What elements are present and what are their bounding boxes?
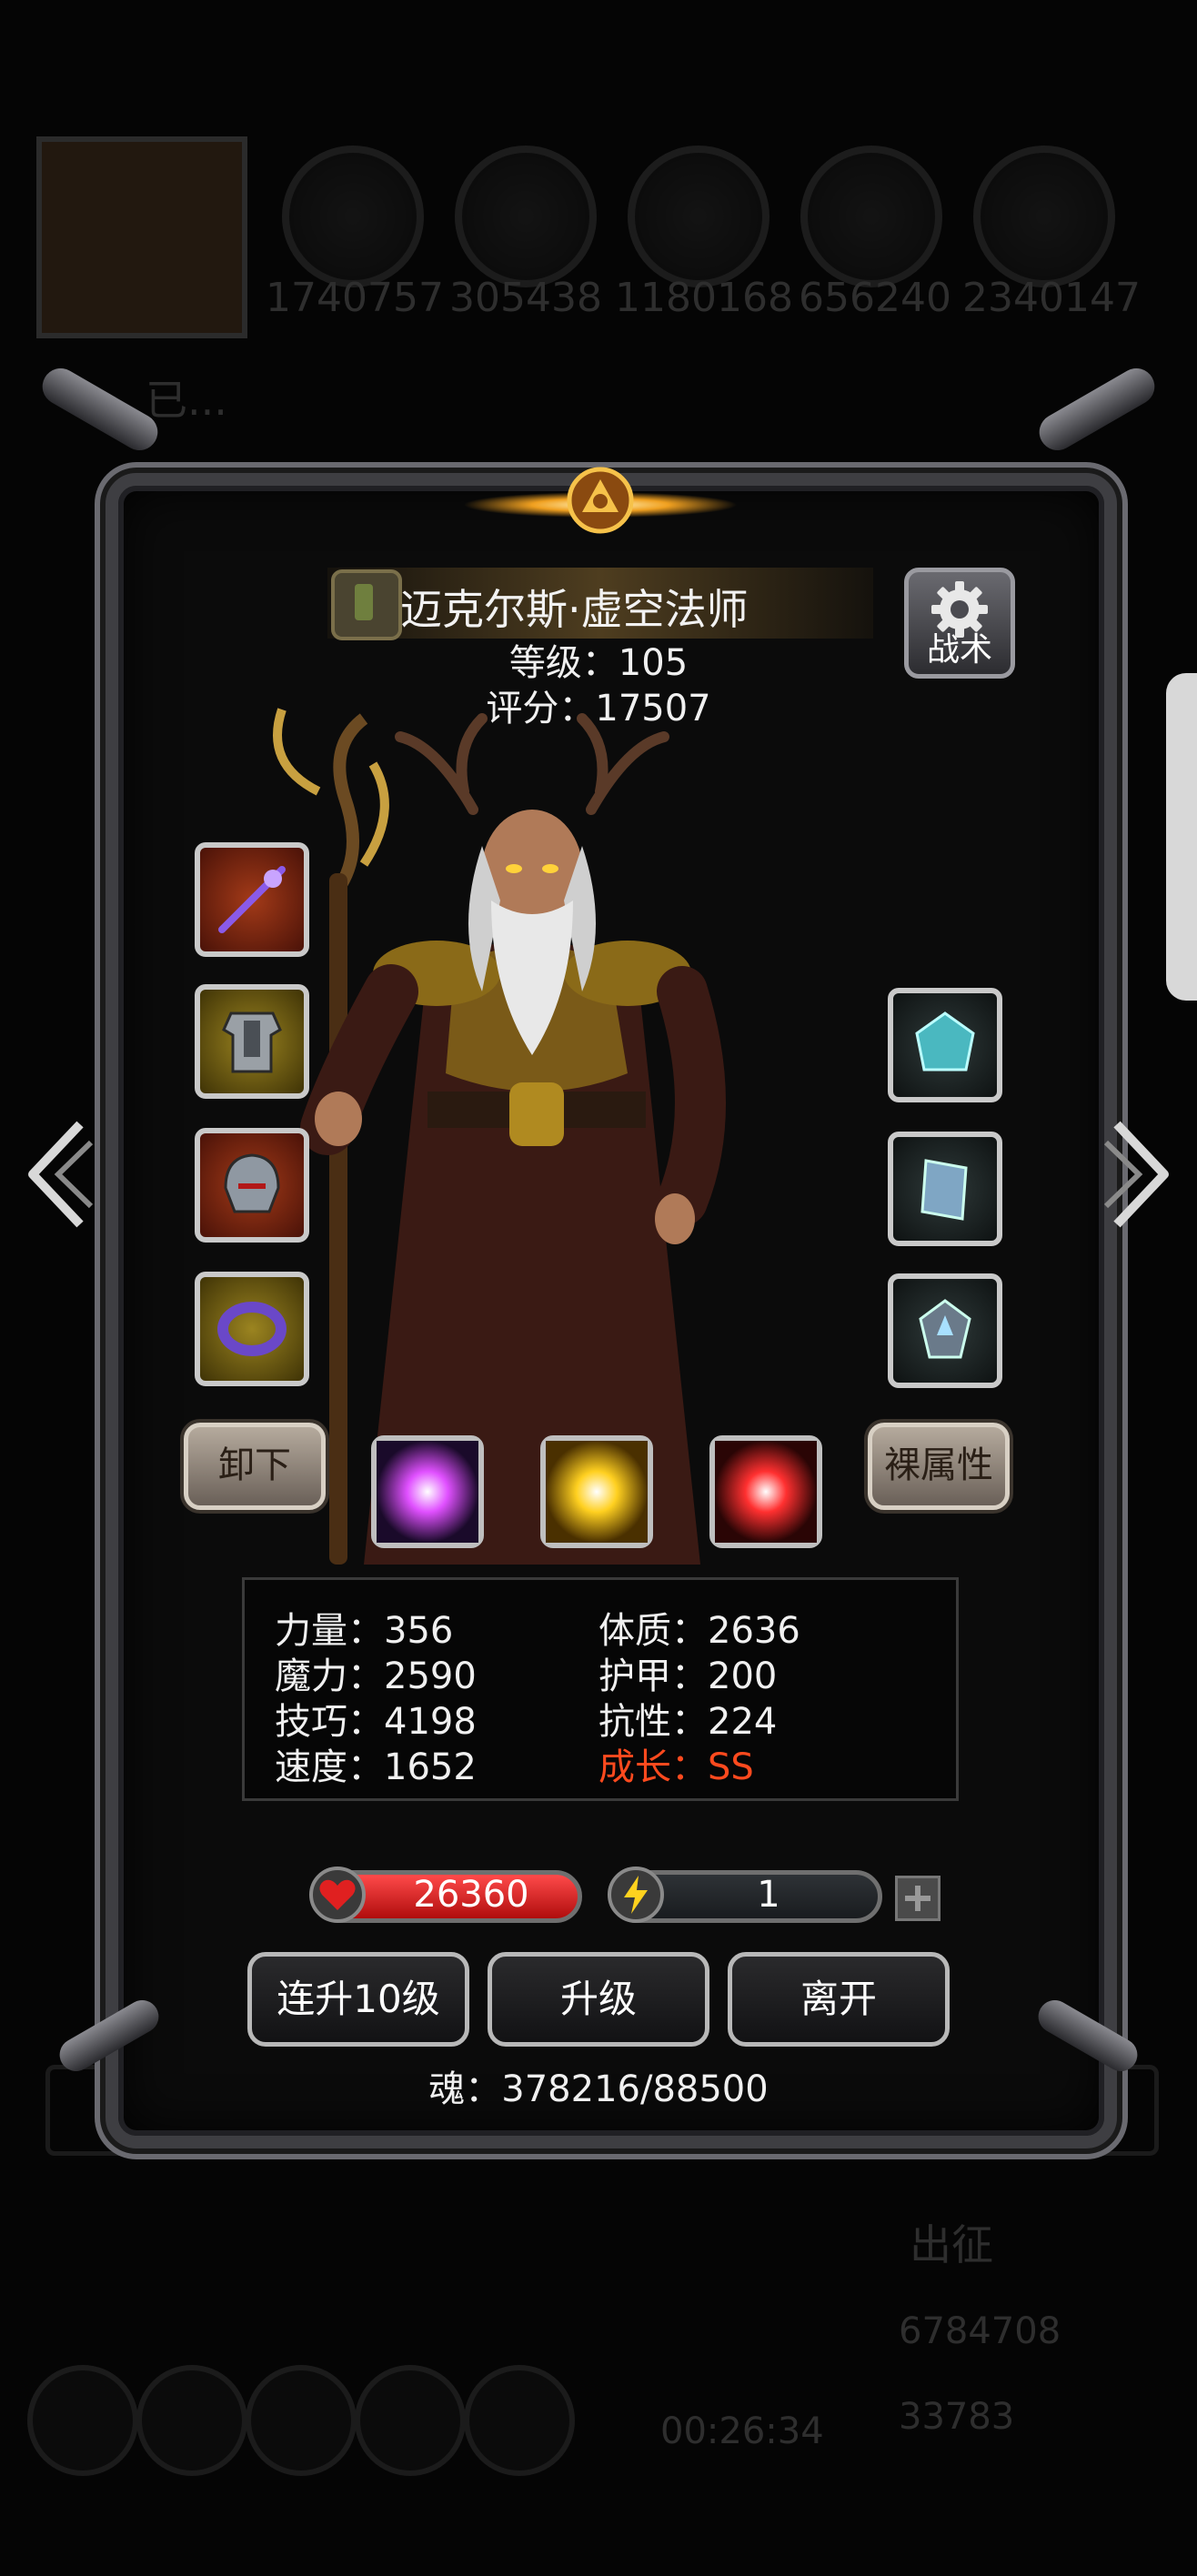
previous-hero-arrow-icon[interactable] — [16, 1115, 98, 1233]
leave-button[interactable]: 离开 — [728, 1952, 950, 2047]
emblem-icon — [919, 1299, 971, 1359]
add-energy-button[interactable] — [895, 1876, 940, 1921]
bg-nav-icon — [27, 2365, 138, 2476]
resource-icon — [973, 146, 1115, 287]
ring-slot[interactable] — [195, 1272, 309, 1386]
tactics-label: 战术 — [926, 631, 992, 669]
gem-accessory-slot[interactable] — [888, 988, 1002, 1102]
red-gem-icon — [715, 1441, 817, 1543]
unequip-button[interactable]: 卸下 — [184, 1423, 326, 1510]
level-up-button[interactable]: 升级 — [488, 1952, 709, 2047]
plus-icon — [905, 1886, 930, 1911]
bg-gold: 6784708 — [899, 2310, 1061, 2352]
gold-gem-icon — [546, 1441, 648, 1543]
stat-speed: 速度：1652 — [275, 1746, 477, 1788]
resource-icon — [628, 146, 770, 287]
tactics-button[interactable]: 战术 — [904, 568, 1015, 679]
hero-name: 迈克尔斯·虚空法师 — [400, 585, 749, 634]
armor-slot[interactable] — [195, 984, 309, 1099]
helmet-icon — [224, 1153, 280, 1213]
gem-socket-1[interactable] — [371, 1435, 484, 1548]
next-hero-arrow-icon[interactable] — [1099, 1115, 1181, 1233]
hero-portrait — [273, 708, 726, 1565]
bg-nav-icon — [464, 2365, 575, 2476]
staff-weapon-icon — [218, 866, 286, 933]
weapon-slot[interactable] — [195, 842, 309, 957]
bg-march-label: 出征 — [910, 2220, 993, 2269]
crystal-gem-icon — [915, 1011, 975, 1072]
energy-value: 1 — [757, 1874, 780, 1916]
stat-growth: 成长：SS — [598, 1746, 754, 1788]
book-slot[interactable] — [888, 1132, 1002, 1246]
heart-icon — [309, 1867, 366, 1923]
armor-icon — [222, 1011, 282, 1073]
hp-value: 26360 — [413, 1874, 529, 1916]
helmet-slot[interactable] — [195, 1128, 309, 1243]
level-up-10-button[interactable]: 连升10级 — [247, 1952, 469, 2047]
lightning-icon — [608, 1867, 664, 1923]
bg-timer: 00:26:34 — [660, 2410, 824, 2452]
bg-nav-icon — [246, 2365, 357, 2476]
resource-icon — [800, 146, 942, 287]
resource-count: 656240 — [799, 275, 951, 321]
resource-icon — [455, 146, 597, 287]
resource-count: 305438 — [449, 275, 602, 321]
emblem-slot[interactable] — [888, 1273, 1002, 1388]
bg-nav-icon — [136, 2365, 247, 2476]
resource-icon — [282, 146, 424, 287]
soul-counter: 魂：378216/88500 — [428, 2068, 769, 2110]
gem-socket-3[interactable] — [709, 1435, 822, 1548]
purple-gem-icon — [377, 1441, 478, 1543]
ring-icon — [217, 1302, 287, 1356]
resource-count: 1180168 — [615, 275, 793, 321]
bg-notice: 已... — [146, 376, 227, 425]
resource-count: 2340147 — [962, 275, 1141, 321]
bg-gems: 33783 — [899, 2396, 1015, 2438]
resource-count: 1740757 — [266, 275, 444, 321]
book-icon — [920, 1159, 968, 1221]
bg-portrait — [36, 136, 247, 338]
base-attributes-button[interactable]: 裸属性 — [868, 1423, 1010, 1510]
hero-class-icon — [331, 569, 402, 640]
gem-socket-2[interactable] — [540, 1435, 653, 1548]
bg-nav-icon — [355, 2365, 466, 2476]
sun-emblem-icon — [464, 467, 737, 534]
